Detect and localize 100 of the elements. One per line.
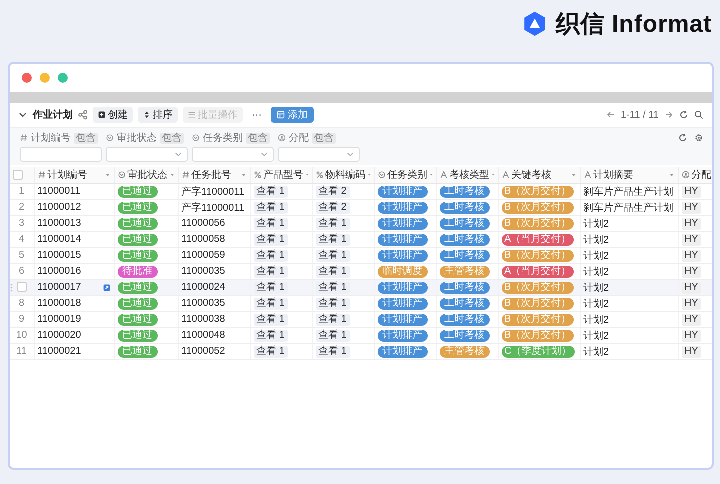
minimize-dot[interactable] xyxy=(40,73,50,83)
assessment-pill: 工时考核 xyxy=(440,298,490,310)
maximize-dot[interactable] xyxy=(58,73,68,83)
row-checkbox[interactable] xyxy=(16,282,27,292)
status-pill: 已通过 xyxy=(118,298,158,310)
assignee-chip: HY xyxy=(682,314,702,326)
filter-label: 分配 xyxy=(289,132,309,145)
view-link-chip[interactable]: 查看 1 xyxy=(254,250,288,262)
more-button[interactable]: ··· xyxy=(248,110,266,120)
status-pill: 已通过 xyxy=(118,250,158,262)
row-number: 3 xyxy=(18,218,25,229)
select-icon xyxy=(106,134,114,142)
assignee-chip: HY xyxy=(682,202,702,214)
view-link-chip[interactable]: 查看 2 xyxy=(316,202,350,214)
table-cell: 11000048 xyxy=(182,330,226,341)
view-link-chip[interactable]: 查看 1 xyxy=(316,218,350,230)
assignee-chip: HY xyxy=(682,346,702,358)
filter-label: 审批状态 xyxy=(117,132,157,145)
chevron-down-icon xyxy=(174,150,183,159)
view-link-chip[interactable]: 查看 2 xyxy=(316,186,350,198)
view-link-chip[interactable]: 查看 1 xyxy=(254,234,288,246)
view-link-chip[interactable]: 查看 1 xyxy=(254,298,288,310)
select-icon xyxy=(192,134,200,142)
refresh-icon[interactable] xyxy=(678,133,688,143)
assessment-pill: 工时考核 xyxy=(440,314,490,326)
table-cell: 计划2 xyxy=(584,346,610,358)
collapse-icon[interactable] xyxy=(18,110,28,120)
key-assessment-pill: B（次月交付） xyxy=(502,314,574,326)
table-cell: 11000013 xyxy=(38,218,82,229)
view-link-chip[interactable]: 查看 1 xyxy=(316,234,350,246)
view-link-chip[interactable]: 查看 1 xyxy=(254,282,288,294)
table-cell: 11000058 xyxy=(182,234,226,245)
view-link-chip[interactable]: 查看 1 xyxy=(316,330,350,342)
view-link-chip[interactable]: 查看 1 xyxy=(316,266,350,278)
filter-select[interactable] xyxy=(278,147,360,162)
row-number: 8 xyxy=(18,298,25,309)
row-number: 9 xyxy=(18,314,25,325)
table-cell: 11000016 xyxy=(38,266,82,277)
close-dot[interactable] xyxy=(22,73,32,83)
row-number: 5 xyxy=(18,250,25,261)
sort-button[interactable]: 排序 xyxy=(138,107,178,123)
view-link-chip[interactable]: 查看 1 xyxy=(254,330,288,342)
table-cell: 11000011 xyxy=(38,186,81,197)
view-link-chip[interactable]: 查看 1 xyxy=(316,250,350,262)
table-cell: 11000012 xyxy=(38,202,82,213)
filter-input[interactable] xyxy=(20,147,102,162)
text-type-icon xyxy=(584,171,592,179)
select-icon xyxy=(378,171,386,179)
chevron-down-icon xyxy=(346,150,355,159)
assessment-pill: 工时考核 xyxy=(440,234,490,246)
view-link-chip[interactable]: 查看 1 xyxy=(316,282,350,294)
caret-icon[interactable] xyxy=(240,172,246,178)
assignee-chip: HY xyxy=(682,234,702,246)
view-link-chip[interactable]: 查看 1 xyxy=(254,218,288,230)
view-link-chip[interactable]: 查看 1 xyxy=(254,266,288,278)
category-pill: 计划排产 xyxy=(378,234,428,246)
caret-icon[interactable] xyxy=(104,172,110,178)
create-button[interactable]: 创建 xyxy=(93,107,133,123)
logo-icon xyxy=(522,11,548,37)
plus-square-icon xyxy=(98,111,106,119)
filter-select[interactable] xyxy=(106,147,188,162)
caret-icon[interactable] xyxy=(170,172,174,178)
category-pill: 计划排产 xyxy=(378,186,428,198)
caret-icon[interactable] xyxy=(570,172,576,178)
assessment-pill: 工时考核 xyxy=(440,250,490,262)
view-link-chip[interactable]: 查看 1 xyxy=(316,314,350,326)
key-assessment-pill: B（次月交付） xyxy=(502,202,574,214)
caret-icon[interactable] xyxy=(668,172,674,178)
filter-select[interactable] xyxy=(192,147,274,162)
row-number: 6 xyxy=(18,266,25,277)
assignee-chip: HY xyxy=(682,186,702,198)
list-icon xyxy=(188,111,196,119)
text-type-icon xyxy=(440,171,448,179)
refresh-icon[interactable] xyxy=(679,110,689,120)
table-cell: 11000052 xyxy=(182,346,226,357)
view-link-chip[interactable]: 查看 1 xyxy=(254,202,288,214)
drag-handle-icon[interactable] xyxy=(10,283,13,293)
view-link-chip[interactable]: 查看 1 xyxy=(316,346,350,358)
previous-page-icon[interactable] xyxy=(606,110,616,120)
status-pill: 已通过 xyxy=(118,346,158,358)
key-assessment-pill: A（当月交付） xyxy=(502,234,574,246)
category-pill: 计划排产 xyxy=(378,346,428,358)
table-icon xyxy=(277,111,285,119)
assessment-pill: 主管考核 xyxy=(440,266,490,278)
settings-icon[interactable] xyxy=(694,133,704,143)
next-page-icon[interactable] xyxy=(664,110,674,120)
row-number: 1 xyxy=(18,186,25,197)
key-assessment-pill: B（次月交付） xyxy=(502,298,574,310)
assessment-pill: 工时考核 xyxy=(440,186,490,198)
view-link-chip[interactable]: 查看 1 xyxy=(254,314,288,326)
category-pill: 临时调度 xyxy=(378,266,428,278)
table-cell: 计划2 xyxy=(584,266,610,278)
logo-text: 织信 Informat xyxy=(556,10,712,40)
view-link-chip[interactable]: 查看 1 xyxy=(254,346,288,358)
open-record-icon[interactable] xyxy=(102,284,110,292)
view-link-chip[interactable]: 查看 1 xyxy=(254,186,288,198)
select-all-checkbox[interactable] xyxy=(13,170,23,180)
search-icon[interactable] xyxy=(694,110,704,120)
share-icon[interactable] xyxy=(78,110,88,120)
view-link-chip[interactable]: 查看 1 xyxy=(316,298,350,310)
